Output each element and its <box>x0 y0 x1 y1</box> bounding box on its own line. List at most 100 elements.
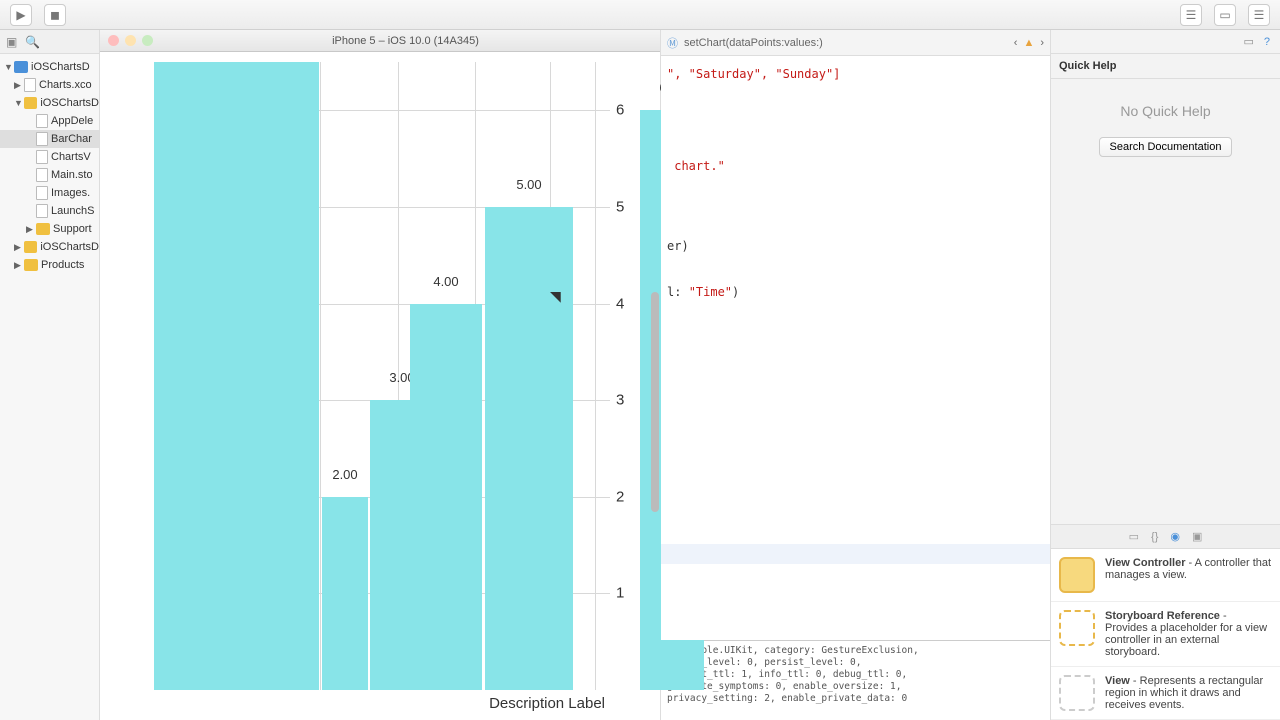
utilities-panel: ▭ ? Quick Help No Quick Help Search Docu… <box>1050 30 1280 720</box>
run-button[interactable]: ▶ <box>10 4 32 26</box>
chart-bar[interactable] <box>410 304 482 690</box>
code-editor-pane: Ⓜ︎ setChart(dataPoints:values:) ‹ ▲ › ",… <box>660 30 1050 720</box>
stop-button[interactable]: ◼ <box>44 4 66 26</box>
bar-value-label: 4.00 <box>433 274 458 289</box>
y-axis-tick-right: 1 <box>616 585 624 602</box>
bar-value-label: 2.00 <box>332 467 357 482</box>
code-line: er) <box>667 236 1044 256</box>
mouse-cursor: ◥ <box>550 288 561 305</box>
file-label: iOSChartsD <box>40 97 99 109</box>
ios-simulator: iPhone 5 – iOS 10.0 (14A345) 11223344556… <box>100 30 660 720</box>
tree-item[interactable]: ▶Charts.xco <box>0 76 99 94</box>
file-label: ChartsV <box>51 151 91 163</box>
y-axis-tick-right: 4 <box>616 295 624 312</box>
file-label: BarChar <box>51 133 92 145</box>
tree-item[interactable]: Main.sto <box>0 166 99 184</box>
file-label: Main.sto <box>51 169 93 181</box>
search-icon[interactable]: 🔍 <box>25 35 40 49</box>
tree-item[interactable]: ▶iOSChartsD <box>0 238 99 256</box>
library-item[interactable]: View - Represents a rectangular region i… <box>1051 667 1280 720</box>
quick-help-title: Quick Help <box>1051 54 1280 79</box>
tree-item-selected[interactable]: BarChar <box>0 130 99 148</box>
tree-item[interactable]: ▶Products <box>0 256 99 274</box>
method-icon: Ⓜ︎ <box>667 35 678 51</box>
y-axis-tick-right: 3 <box>616 392 624 409</box>
library-item-title: View <box>1105 675 1130 687</box>
chart-bar[interactable] <box>154 62 319 690</box>
chart-description: Description Label <box>489 695 605 712</box>
library-item-title: Storyboard Reference <box>1105 610 1220 622</box>
close-icon[interactable] <box>108 35 119 46</box>
jump-bar[interactable]: Ⓜ︎ setChart(dataPoints:values:) ‹ ▲ › <box>661 30 1050 56</box>
media-library-icon[interactable]: ▣ <box>1192 530 1202 543</box>
simulator-title: iPhone 5 – iOS 10.0 (14A345) <box>159 35 652 47</box>
file-label: iOSChartsD <box>31 61 90 73</box>
console-line: com.apple.UIKit, category: GestureExclus… <box>667 645 1044 657</box>
folder-icon[interactable]: ▣ <box>6 35 17 49</box>
scrollbar-thumb[interactable] <box>651 292 659 512</box>
console-line: privacy_setting: 2, enable_private_data:… <box>667 693 1044 705</box>
bar-value-label: 5.00 <box>516 177 541 192</box>
y-axis-tick-right: 2 <box>616 488 624 505</box>
file-inspector-icon[interactable]: ▭ <box>1243 35 1253 48</box>
xcode-toolbar: ▶ ◼ ☰ ▭ ☰ <box>0 0 1280 30</box>
project-navigator: ▣ 🔍 ▼iOSChartsD ▶Charts.xco ▼iOSChartsD … <box>0 30 100 720</box>
jump-bar-path[interactable]: setChart(dataPoints:values:) <box>684 37 823 49</box>
code-line: ", "Saturday", "Sunday"] <box>667 64 1044 84</box>
console-line: generate_symptoms: 0, enable_oversize: 1… <box>667 681 1044 693</box>
code-snippet-icon[interactable]: {} <box>1151 531 1158 543</box>
file-label: Products <box>41 259 84 271</box>
inspector-tabs[interactable]: ▭ ? <box>1051 30 1280 54</box>
library-item[interactable]: View Controller - A controller that mana… <box>1051 549 1280 602</box>
tree-item[interactable]: ChartsV <box>0 148 99 166</box>
navigator-tabs[interactable]: ▣ 🔍 <box>0 30 99 54</box>
chart-bar[interactable] <box>322 497 368 690</box>
tree-item[interactable]: AppDele <box>0 112 99 130</box>
source-editor[interactable]: ", "Saturday", "Sunday"] chart." er) l: … <box>661 56 1050 640</box>
object-library[interactable]: View Controller - A controller that mana… <box>1051 548 1280 720</box>
project-root[interactable]: ▼iOSChartsD <box>0 58 99 76</box>
code-line: l: "Time") <box>667 282 1044 302</box>
object-library-icon[interactable]: ◉ <box>1170 530 1180 543</box>
y-axis-tick-right: 5 <box>616 198 624 215</box>
view-controller-icon <box>1059 557 1095 593</box>
chart-bar[interactable] <box>485 207 573 690</box>
warning-icon[interactable]: ▲ <box>1023 37 1034 49</box>
file-template-icon[interactable]: ▭ <box>1129 530 1139 543</box>
library-item-title: View Controller <box>1105 557 1185 569</box>
quick-help-body: No Quick Help Search Documentation <box>1051 79 1280 524</box>
debug-console[interactable]: com.apple.UIKit, category: GestureExclus… <box>661 640 1050 720</box>
simulator-titlebar[interactable]: iPhone 5 – iOS 10.0 (14A345) <box>100 30 660 52</box>
file-label: Images. <box>51 187 90 199</box>
zoom-icon[interactable] <box>142 35 153 46</box>
minimize-icon[interactable] <box>125 35 136 46</box>
back-icon[interactable]: ‹ <box>1014 37 1018 49</box>
quick-help-icon[interactable]: ? <box>1264 36 1270 48</box>
file-tree[interactable]: ▼iOSChartsD ▶Charts.xco ▼iOSChartsD AppD… <box>0 54 99 278</box>
search-documentation-button[interactable]: Search Documentation <box>1099 137 1233 157</box>
tree-item[interactable]: LaunchS <box>0 202 99 220</box>
view-icon <box>1059 675 1095 711</box>
console-line: enable_level: 0, persist_level: 0, <box>667 657 1044 669</box>
console-line: default_ttl: 1, info_ttl: 0, debug_ttl: … <box>667 669 1044 681</box>
forward-icon[interactable]: › <box>1040 37 1044 49</box>
bar-chart[interactable]: 1122334455662.003.004.005.006.00 Descrip… <box>150 52 660 720</box>
file-label: AppDele <box>51 115 93 127</box>
y-axis-tick-right: 6 <box>616 102 624 119</box>
storyboard-ref-icon <box>1059 610 1095 646</box>
code-line: chart." <box>667 156 1044 176</box>
panel-right-button[interactable]: ☰ <box>1248 4 1270 26</box>
panel-bottom-button[interactable]: ▭ <box>1214 4 1236 26</box>
panel-left-button[interactable]: ☰ <box>1180 4 1202 26</box>
file-label: iOSChartsD <box>40 241 99 253</box>
window-controls[interactable] <box>108 35 153 46</box>
library-item[interactable]: Storyboard Reference - Provides a placeh… <box>1051 602 1280 667</box>
library-tabs[interactable]: ▭ {} ◉ ▣ <box>1051 524 1280 548</box>
file-label: LaunchS <box>51 205 94 217</box>
no-quick-help-label: No Quick Help <box>1120 103 1210 119</box>
tree-item[interactable]: Images. <box>0 184 99 202</box>
tree-item[interactable]: ▼iOSChartsD <box>0 94 99 112</box>
file-label: Charts.xco <box>39 79 92 91</box>
file-label: Support <box>53 223 92 235</box>
tree-item[interactable]: ▶Support <box>0 220 99 238</box>
